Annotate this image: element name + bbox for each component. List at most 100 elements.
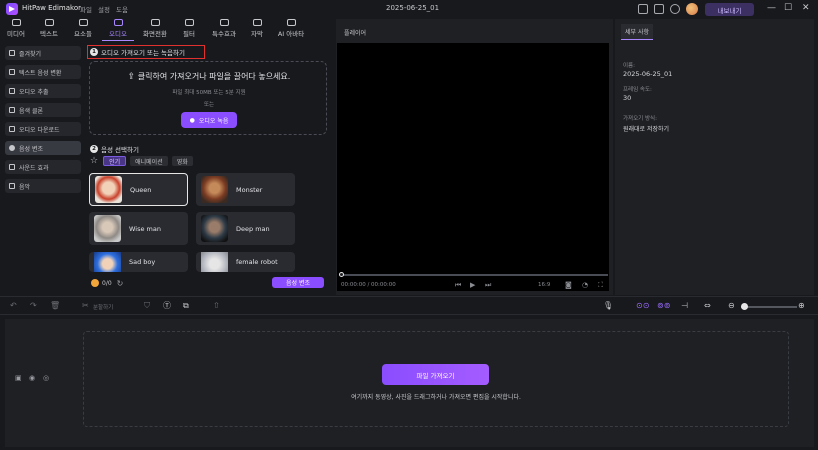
tab-elements[interactable]: 요소들 <box>66 19 100 41</box>
queen-avatar <box>95 176 122 203</box>
tab-movie[interactable]: 영화 <box>171 156 193 166</box>
sidebar-item-download[interactable]: 오디오 다운로드 <box>5 122 81 136</box>
play-icon[interactable]: ▶ <box>470 281 475 289</box>
voice-card-sad-boy[interactable]: Sad boy <box>89 252 188 272</box>
menu-settings[interactable]: 설정 <box>98 4 110 14</box>
tab-filter[interactable]: 필터 <box>174 19 204 41</box>
text-tool-icon[interactable]: Ⓣ <box>163 301 171 311</box>
sidebar-item-voice-changer[interactable]: 음성 변조 <box>5 141 81 155</box>
close-button[interactable]: ✕ <box>802 3 810 13</box>
zoom-out-icon[interactable]: ⊖ <box>728 301 735 311</box>
export-frame-icon[interactable]: ⇧ <box>213 301 220 311</box>
tts-icon <box>9 69 15 75</box>
zoom-in-icon[interactable]: ⊕ <box>798 301 805 311</box>
voice-name: Monster <box>236 185 263 194</box>
audio-icon <box>113 19 123 26</box>
audio-sidebar: 즐겨찾기 텍스트 음성 변환 오디오 추출 음색 클론 오디오 다운로드 음성 … <box>5 46 81 198</box>
refresh-icon[interactable]: ↻ <box>117 279 124 288</box>
zoom-slider-knob[interactable] <box>741 303 748 310</box>
voice-card-female-robot[interactable]: female robot <box>196 252 295 272</box>
fullscreen-icon[interactable]: ⛶ <box>598 281 603 290</box>
tab-effects[interactable]: 특수효과 <box>204 19 244 41</box>
delete-icon[interactable]: 🗑 <box>50 301 60 311</box>
import-file-button[interactable]: 파일 가져오기 <box>382 364 489 385</box>
maximize-button[interactable]: ☐ <box>784 3 792 13</box>
text-icon <box>44 19 54 26</box>
next-frame-icon[interactable]: ⏭ <box>485 281 491 290</box>
voice-card-deep-man[interactable]: Deep man <box>196 212 295 245</box>
deep-man-avatar <box>201 215 228 242</box>
magnet-icon[interactable]: ⊚⊚ <box>657 301 670 311</box>
transition-icon <box>150 19 160 26</box>
mic-record-icon[interactable]: 🎙 <box>603 301 613 311</box>
tab-text[interactable]: 텍스트 <box>32 19 66 41</box>
tab-media[interactable]: 미디어 <box>0 19 32 41</box>
split-icon[interactable]: ✂ <box>82 301 89 311</box>
export-button-label: 내보내기 <box>717 6 742 15</box>
tab-audio[interactable]: 오디오 <box>100 19 136 41</box>
zoom-slider-track[interactable] <box>741 306 797 308</box>
voice-name: Wise man <box>129 224 161 233</box>
voice-card-monster[interactable]: Monster <box>196 173 295 206</box>
favorite-star-icon[interactable]: ☆ <box>90 156 98 166</box>
app-logo-icon <box>6 3 18 15</box>
sidebar-item-music[interactable]: 음악 <box>5 179 81 193</box>
menu-help[interactable]: 도움 <box>116 4 128 14</box>
shield-icon[interactable]: ⛉ <box>144 301 150 311</box>
import-file-label: 파일 가져오기 <box>416 371 455 380</box>
step2-header: 2 음성 선택하기 <box>90 144 139 154</box>
export-button[interactable]: 내보내기 <box>705 3 754 16</box>
prev-frame-icon[interactable]: ⏮ <box>455 281 461 290</box>
sidebar-item-extract[interactable]: 오디오 추출 <box>5 84 81 98</box>
voice-card-wise-man[interactable]: Wise man <box>89 212 188 245</box>
tab-details[interactable]: 세부 사항 <box>621 24 653 40</box>
undo-icon[interactable]: ↶ <box>10 301 17 311</box>
credit-count: 0/0 <box>102 279 112 287</box>
aspect-ratio[interactable]: 16:9 <box>538 282 550 288</box>
sidebar-item-tts[interactable]: 텍스트 음성 변환 <box>5 65 81 79</box>
download-status-icon[interactable] <box>670 4 680 14</box>
playhead-knob[interactable] <box>339 272 344 277</box>
player-panel: 플레이어 <box>336 19 613 295</box>
sidebar-item-clone[interactable]: 음색 클론 <box>5 103 81 117</box>
message-icon[interactable] <box>654 4 664 14</box>
tab-popular[interactable]: 인기 <box>103 156 127 166</box>
star-icon <box>9 50 15 56</box>
voice-card-queen[interactable]: Queen <box>89 173 188 206</box>
timeline-toolbar: ↶ ↷ 🗑 ✂ 분할하기 ⛉ Ⓣ ⧉ ⇧ 🎙 ⊙⊙ ⊚⊚ ⊣ ⇔ ⊖ ⊕ <box>0 296 818 315</box>
redo-icon[interactable]: ↷ <box>30 301 37 311</box>
snap-icon[interactable]: ⊣ <box>681 301 688 311</box>
change-voice-button[interactable]: 음성 변조 <box>272 277 324 288</box>
link-icon[interactable]: ⊙⊙ <box>636 301 649 311</box>
file-limit-text: 파일 최대 50MB 또는 5분 지원 <box>172 90 246 96</box>
playback-progress-track[interactable] <box>341 274 608 276</box>
media-icon <box>11 19 21 26</box>
tab-animation[interactable]: 애니메이션 <box>130 156 168 166</box>
sidebar-item-sound-effect[interactable]: 사운드 효과 <box>5 160 81 174</box>
split-label[interactable]: 분할하기 <box>93 303 113 313</box>
audio-drop-zone[interactable]: ⇪ 클릭하여 가져오거나 파일을 끌어다 놓으세요. 파일 최대 50MB 또는… <box>89 61 327 135</box>
name-value: 2025-06-25_01 <box>623 70 673 78</box>
crop-icon[interactable]: ⧉ <box>183 301 189 311</box>
screen-icon[interactable] <box>638 4 648 14</box>
track-lock-icon[interactable]: ▣ <box>15 374 22 382</box>
minimize-button[interactable]: — <box>767 3 776 13</box>
preview-screen[interactable] <box>337 43 609 291</box>
avatar[interactable] <box>686 3 698 15</box>
mic-icon: ● <box>189 116 195 124</box>
subtitle-icon <box>252 19 262 26</box>
fps-value: 30 <box>623 94 632 102</box>
fps-label: 프레임 속도: <box>623 87 652 93</box>
snapshot-icon[interactable]: ◙ <box>565 281 572 289</box>
volume-icon[interactable]: ◔ <box>582 281 588 289</box>
tab-ai-avatar[interactable]: AI 아바타 <box>270 19 312 41</box>
tab-transition[interactable]: 화면전환 <box>136 19 174 41</box>
voice-changer-icon <box>9 145 15 151</box>
tab-subtitle[interactable]: 자막 <box>244 19 270 41</box>
track-mute-icon[interactable]: ◎ <box>43 374 49 382</box>
menu-file[interactable]: 파일 <box>80 4 92 14</box>
sidebar-item-favorites[interactable]: 즐겨찾기 <box>5 46 81 60</box>
record-audio-button[interactable]: ● 오디오 녹음 <box>181 112 237 128</box>
fit-icon[interactable]: ⇔ <box>704 301 711 311</box>
track-visibility-icon[interactable]: ◉ <box>29 374 35 382</box>
